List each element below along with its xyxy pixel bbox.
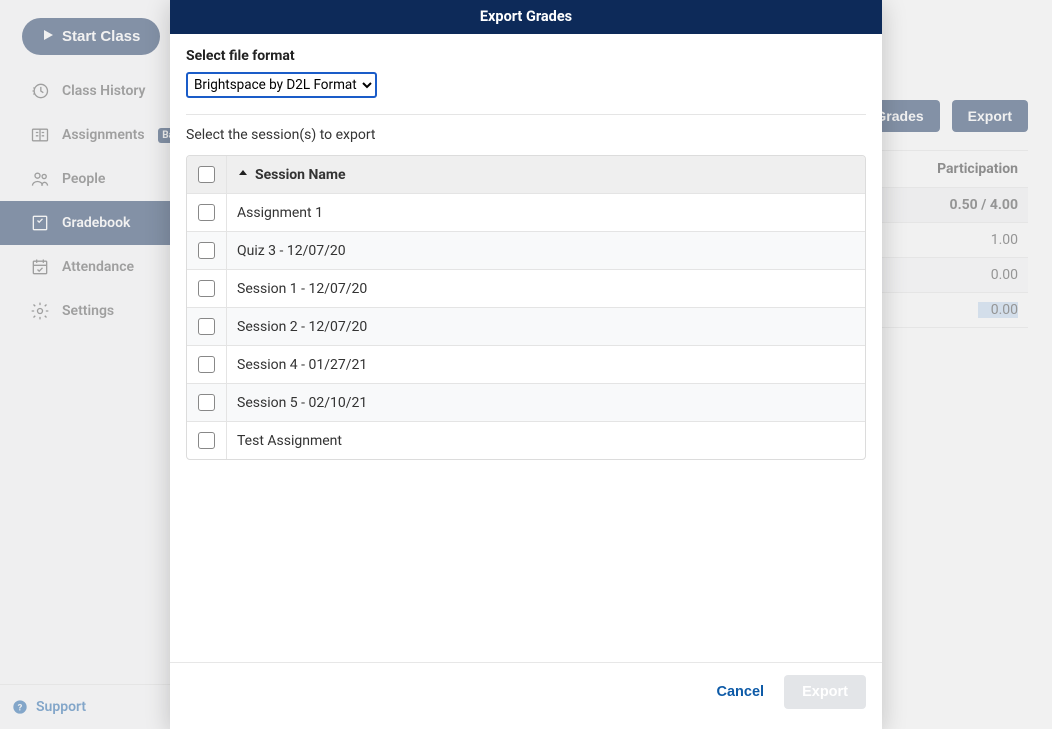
session-table-header-row: Session Name bbox=[187, 156, 865, 193]
session-checkbox[interactable] bbox=[198, 280, 215, 297]
session-header-label: Session Name bbox=[255, 167, 346, 183]
session-name: Assignment 1 bbox=[237, 205, 323, 221]
sort-asc-icon bbox=[237, 167, 249, 183]
session-name: Session 1 - 12/07/20 bbox=[237, 281, 367, 297]
modal-body: Select file format Brightspace by D2L Fo… bbox=[170, 34, 882, 662]
session-checkbox[interactable] bbox=[198, 356, 215, 373]
session-name: Session 2 - 12/07/20 bbox=[237, 319, 367, 335]
session-checkbox[interactable] bbox=[198, 242, 215, 259]
session-row: Session 5 - 02/10/21 bbox=[187, 383, 865, 421]
sessions-label: Select the session(s) to export bbox=[186, 127, 866, 143]
modal-footer: Cancel Export bbox=[170, 662, 882, 729]
select-all-checkbox[interactable] bbox=[198, 166, 215, 183]
session-checkbox[interactable] bbox=[198, 318, 215, 335]
session-row: Quiz 3 - 12/07/20 bbox=[187, 231, 865, 269]
session-name-header[interactable]: Session Name bbox=[227, 157, 865, 193]
file-format-label: Select file format bbox=[186, 48, 866, 64]
file-format-select[interactable]: Brightspace by D2L Format bbox=[186, 72, 377, 98]
session-name: Test Assignment bbox=[237, 433, 342, 449]
session-name: Quiz 3 - 12/07/20 bbox=[237, 243, 346, 259]
export-grades-modal: Export Grades Select file format Brights… bbox=[170, 0, 882, 729]
modal-overlay: Export Grades Select file format Brights… bbox=[0, 0, 1052, 729]
session-name: Session 5 - 02/10/21 bbox=[237, 395, 367, 411]
modal-title: Export Grades bbox=[170, 0, 882, 34]
session-name: Session 4 - 01/27/21 bbox=[237, 357, 367, 373]
session-row: Session 2 - 12/07/20 bbox=[187, 307, 865, 345]
session-table: Session Name Assignment 1 Quiz 3 - 12/07… bbox=[186, 155, 866, 460]
session-checkbox[interactable] bbox=[198, 204, 215, 221]
session-row: Session 4 - 01/27/21 bbox=[187, 345, 865, 383]
session-checkbox[interactable] bbox=[198, 394, 215, 411]
session-row: Test Assignment bbox=[187, 421, 865, 459]
session-row: Assignment 1 bbox=[187, 193, 865, 231]
session-row: Session 1 - 12/07/20 bbox=[187, 269, 865, 307]
session-checkbox[interactable] bbox=[198, 432, 215, 449]
divider bbox=[186, 114, 866, 115]
export-confirm-button[interactable]: Export bbox=[784, 675, 866, 709]
cancel-button[interactable]: Cancel bbox=[717, 684, 765, 700]
